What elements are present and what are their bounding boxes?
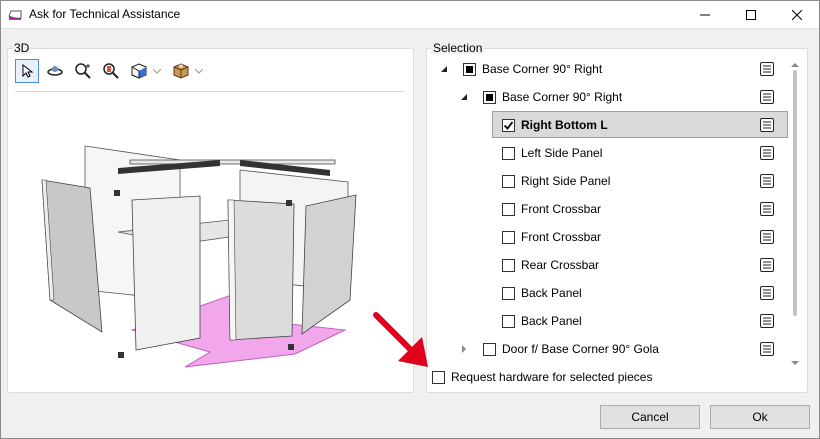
maximize-button[interactable] xyxy=(728,0,774,29)
chevron-down-icon xyxy=(153,68,161,74)
tree-row[interactable]: Back Panel xyxy=(502,308,582,334)
minimize-icon xyxy=(700,14,710,15)
3d-group-label: 3D xyxy=(12,41,32,55)
tree-row-label: Right Bottom L xyxy=(521,118,608,132)
details-list-icon[interactable] xyxy=(759,89,775,105)
expanded-triangle-icon xyxy=(461,94,467,100)
expanded-triangle-icon xyxy=(441,66,447,72)
zoom-icon xyxy=(103,63,119,79)
scroll-down-button[interactable] xyxy=(791,356,799,365)
zoom-fit-icon xyxy=(75,63,91,79)
3d-viewport[interactable] xyxy=(30,140,370,380)
tree-row-label: Front Crossbar xyxy=(521,202,602,216)
box-icon xyxy=(173,63,189,79)
request-hardware-option[interactable]: Request hardware for selected pieces xyxy=(432,370,652,384)
tree-checkbox[interactable] xyxy=(502,286,515,300)
box-dropdown[interactable] xyxy=(193,59,205,83)
scroll-up-icon xyxy=(791,63,799,67)
details-list-icon[interactable] xyxy=(759,117,775,133)
box-tool-button[interactable] xyxy=(169,59,193,83)
details-list-icon[interactable] xyxy=(759,257,775,273)
tree-checkbox[interactable] xyxy=(502,258,515,272)
tree-row[interactable]: Right Side Panel xyxy=(502,168,610,194)
window-title: Ask for Technical Assistance xyxy=(29,7,181,21)
orbit-icon xyxy=(47,66,63,76)
check-icon xyxy=(503,120,514,130)
details-list-icon[interactable] xyxy=(759,313,775,329)
tree-row-label: Base Corner 90° Right xyxy=(502,90,623,104)
details-list-icon[interactable] xyxy=(759,145,775,161)
selection-group-label: Selection xyxy=(431,41,485,55)
details-list-icon[interactable] xyxy=(759,173,775,189)
app-icon xyxy=(8,10,22,20)
tree-row-label: Back Panel xyxy=(521,314,582,328)
tree-row-label: Rear Crossbar xyxy=(521,258,600,272)
tree-row[interactable]: Base Corner 90° Right xyxy=(463,56,602,82)
tree-row-label: Back Panel xyxy=(521,286,582,300)
view-cube-dropdown[interactable] xyxy=(151,59,163,83)
ok-button[interactable]: Ok xyxy=(710,405,810,429)
tree-row[interactable]: Front Crossbar xyxy=(502,196,601,222)
chevron-down-icon xyxy=(195,68,203,74)
zoom-tool-button[interactable] xyxy=(99,59,123,83)
tree-checkbox[interactable] xyxy=(463,62,476,76)
toolbar-divider xyxy=(15,91,405,92)
tree-row[interactable]: Base Corner 90° Right xyxy=(483,84,622,110)
tree-checkbox[interactable] xyxy=(483,342,496,356)
tree-row-label: Front Crossbar xyxy=(521,230,602,244)
request-hardware-label: Request hardware for selected pieces xyxy=(451,370,653,384)
tree-row-label: Left Side Panel xyxy=(521,146,603,160)
tree-row-label: Door f/ Base Corner 90° Gola xyxy=(502,342,659,356)
tree-row-label: Base Corner 90° Right xyxy=(482,62,603,76)
hardware-bottom-left xyxy=(118,352,124,358)
tree-row[interactable]: Right Bottom L xyxy=(502,112,608,138)
hinge-2 xyxy=(286,200,292,206)
tree-checkbox[interactable] xyxy=(502,174,515,188)
tree-row[interactable]: Rear Crossbar xyxy=(502,252,599,278)
scrollbar-thumb[interactable] xyxy=(793,70,797,316)
select-pointer-icon xyxy=(22,64,34,78)
tree-checkbox[interactable] xyxy=(502,202,515,216)
details-list-icon[interactable] xyxy=(759,285,775,301)
tree-row[interactable]: Door f/ Base Corner 90° Gola xyxy=(483,336,659,362)
tree-row[interactable]: Left Side Panel xyxy=(502,140,602,166)
tree-checkbox[interactable] xyxy=(483,90,496,104)
tree-checkbox[interactable] xyxy=(502,146,515,160)
cancel-button[interactable]: Cancel xyxy=(600,405,700,429)
tree-expander[interactable] xyxy=(459,92,469,102)
orbit-tool-button[interactable] xyxy=(43,59,67,83)
hardware-bottom-right xyxy=(288,344,294,350)
front-right-door xyxy=(227,199,295,341)
details-list-icon[interactable] xyxy=(759,201,775,217)
tree-expander[interactable] xyxy=(439,64,449,74)
top-crossbar-1 xyxy=(129,159,336,165)
details-list-icon[interactable] xyxy=(759,229,775,245)
close-icon xyxy=(792,9,802,20)
minimize-button[interactable] xyxy=(682,0,728,29)
red-arrow-annotation xyxy=(373,312,428,367)
details-list-icon[interactable] xyxy=(759,341,775,357)
view-cube-icon xyxy=(131,63,147,79)
3d-toolbar xyxy=(15,59,211,83)
tree-checkbox[interactable] xyxy=(502,314,515,328)
view-cube-tool-button[interactable] xyxy=(127,59,151,83)
tree-row[interactable]: Back Panel xyxy=(502,280,582,306)
maximize-icon xyxy=(746,9,756,20)
tree-row[interactable]: Front Crossbar xyxy=(502,224,601,250)
zoom-fit-tool-button[interactable] xyxy=(71,59,95,83)
scroll-down-icon xyxy=(791,361,799,365)
details-list-icon[interactable] xyxy=(759,61,775,77)
collapsed-triangle-icon xyxy=(462,345,466,353)
front-left-door xyxy=(131,195,201,351)
hinge-1 xyxy=(114,190,120,196)
tree-row-label: Right Side Panel xyxy=(521,174,611,188)
tree-expander[interactable] xyxy=(459,344,469,354)
right-side-panel xyxy=(301,194,357,335)
tree-checkbox[interactable] xyxy=(502,118,515,132)
scroll-up-button[interactable] xyxy=(791,58,799,67)
title-bar: Ask for Technical Assistance xyxy=(0,0,820,29)
close-button[interactable] xyxy=(774,0,820,29)
select-tool-button[interactable] xyxy=(15,59,39,83)
tree-checkbox[interactable] xyxy=(502,230,515,244)
